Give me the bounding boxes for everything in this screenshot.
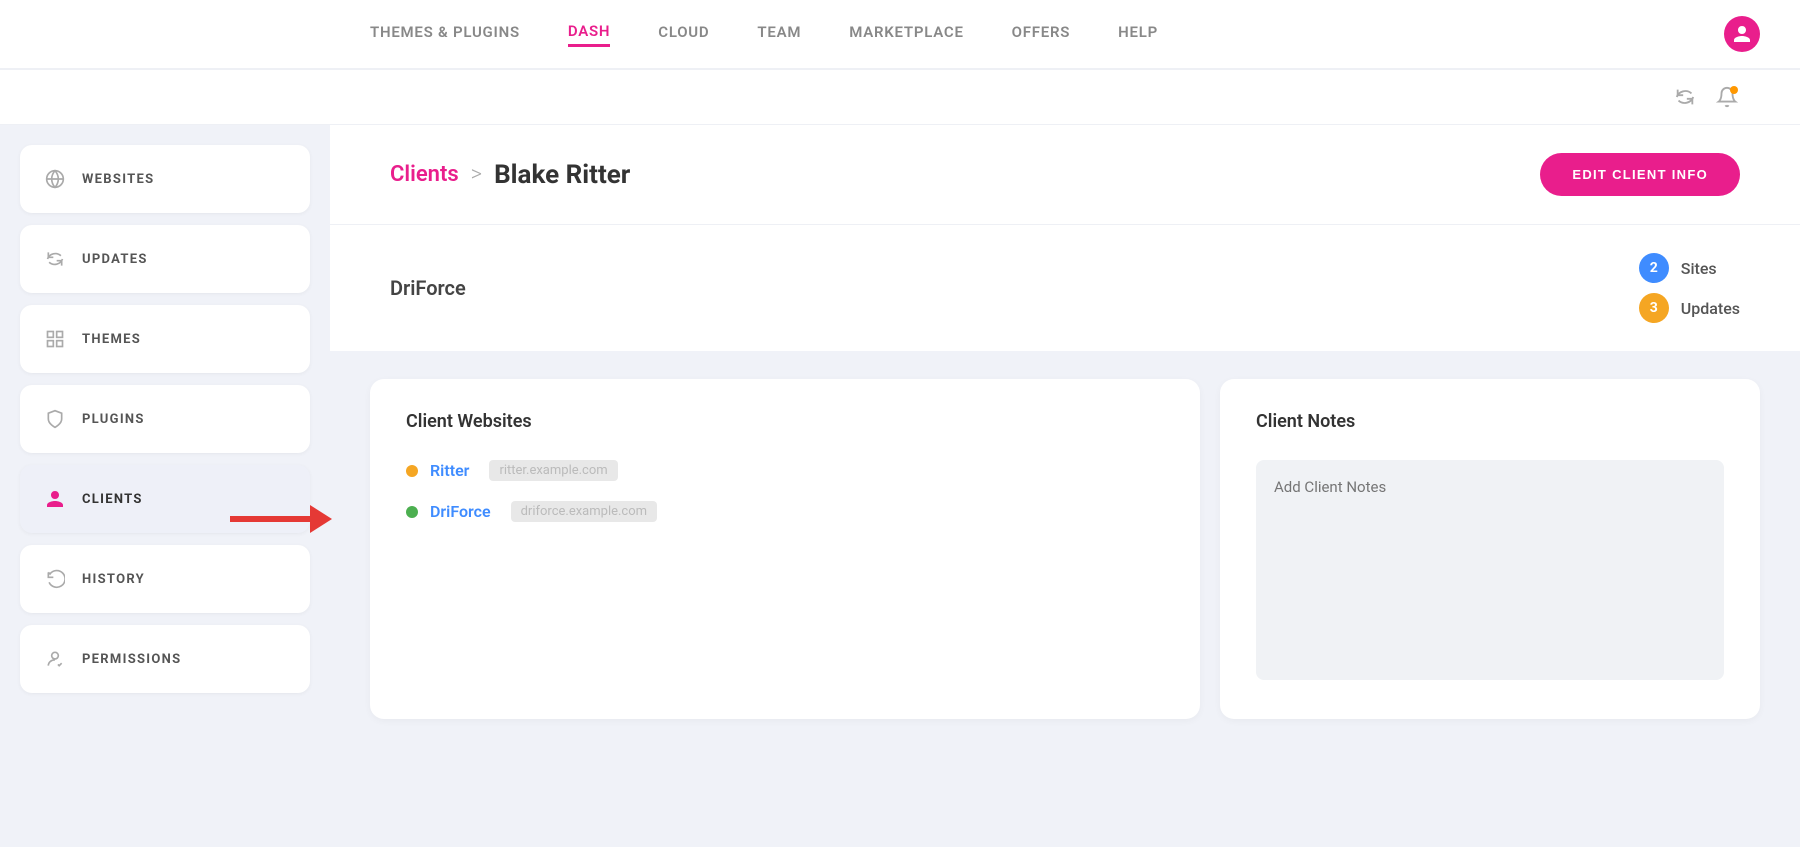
nav-offers[interactable]: OFFERS (1012, 23, 1070, 45)
panels: Client Websites Ritter ritter.example.co… (330, 355, 1800, 743)
globe-icon (44, 168, 66, 190)
sidebar-item-updates[interactable]: UPDATES (20, 225, 310, 293)
sidebar-item-permissions[interactable]: PERMISSIONS (20, 625, 310, 693)
main-content: Clients > Blake Ritter EDIT CLIENT INFO … (330, 125, 1800, 847)
sidebar-label-clients: CLIENTS (82, 492, 143, 507)
stat-row-sites: 2 Sites (1639, 253, 1740, 283)
nav-team[interactable]: TEAM (757, 23, 801, 45)
website-dot-ritter (406, 465, 418, 477)
updates-icon (44, 248, 66, 270)
nav-items: THEMES & PLUGINS DASH CLOUD TEAM MARKETP… (370, 22, 1724, 47)
website-name-driforce[interactable]: DriForce (430, 502, 491, 521)
sidebar-label-history: HISTORY (82, 572, 145, 587)
toolbar-icons (1672, 84, 1740, 110)
website-url-ritter: ritter.example.com (489, 460, 617, 481)
client-notes-textarea[interactable] (1256, 460, 1724, 680)
sidebar-item-themes[interactable]: THEMES (20, 305, 310, 373)
breadcrumb-separator: > (471, 162, 482, 187)
nav-right (1724, 16, 1760, 52)
client-websites-title: Client Websites (406, 411, 1164, 432)
notification-icon[interactable] (1714, 84, 1740, 110)
breadcrumb-current-page: Blake Ritter (494, 160, 630, 190)
breadcrumb: Clients > Blake Ritter (390, 160, 630, 190)
edit-client-button[interactable]: EDIT CLIENT INFO (1540, 153, 1740, 196)
clients-icon (44, 488, 66, 510)
toolbar (0, 70, 1800, 125)
plugins-icon (44, 408, 66, 430)
sidebar-label-themes: THEMES (82, 332, 141, 347)
updates-label: Updates (1681, 299, 1740, 318)
stat-row-updates: 3 Updates (1639, 293, 1740, 323)
sidebar-item-plugins[interactable]: PLUGINS (20, 385, 310, 453)
client-company-name: DriForce (390, 276, 466, 300)
website-item-driforce: DriForce driforce.example.com (406, 501, 1164, 522)
sites-badge: 2 (1639, 253, 1669, 283)
website-item-ritter: Ritter ritter.example.com (406, 460, 1164, 481)
client-websites-panel: Client Websites Ritter ritter.example.co… (370, 379, 1200, 719)
nav-themes-plugins[interactable]: THEMES & PLUGINS (370, 23, 520, 45)
arrow-indicator (230, 505, 332, 533)
client-notes-panel: Client Notes (1220, 379, 1760, 719)
website-url-driforce: driforce.example.com (511, 501, 657, 522)
page-header: Clients > Blake Ritter EDIT CLIENT INFO (330, 125, 1800, 225)
nav-cloud[interactable]: CLOUD (658, 23, 709, 45)
top-nav: THEMES & PLUGINS DASH CLOUD TEAM MARKETP… (0, 0, 1800, 70)
sidebar-item-websites[interactable]: WEBSITES (20, 145, 310, 213)
breadcrumb-clients-link[interactable]: Clients (390, 162, 459, 187)
website-name-ritter[interactable]: Ritter (430, 461, 469, 480)
arrow-head (310, 505, 332, 533)
permissions-icon (44, 648, 66, 670)
client-notes-title: Client Notes (1256, 411, 1724, 432)
sites-label: Sites (1681, 259, 1717, 278)
sidebar-label-plugins: PLUGINS (82, 412, 145, 427)
user-avatar[interactable] (1724, 16, 1760, 52)
sidebar: WEBSITES UPDATES THEMES PLUGINS CLIENTS (0, 125, 330, 847)
client-info-bar: DriForce 2 Sites 3 Updates (330, 225, 1800, 355)
sidebar-label-websites: WEBSITES (82, 172, 154, 187)
notification-dot (1730, 86, 1738, 94)
sidebar-label-updates: UPDATES (82, 252, 148, 267)
nav-marketplace[interactable]: MARKETPLACE (849, 23, 963, 45)
themes-icon (44, 328, 66, 350)
sidebar-item-history[interactable]: HISTORY (20, 545, 310, 613)
history-icon (44, 568, 66, 590)
website-dot-driforce (406, 506, 418, 518)
refresh-icon[interactable] (1672, 84, 1698, 110)
nav-dash[interactable]: DASH (568, 22, 610, 47)
main-layout: WEBSITES UPDATES THEMES PLUGINS CLIENTS (0, 125, 1800, 847)
updates-badge: 3 (1639, 293, 1669, 323)
nav-help[interactable]: HELP (1118, 23, 1158, 45)
client-stats: 2 Sites 3 Updates (1639, 253, 1740, 323)
sidebar-label-permissions: PERMISSIONS (82, 652, 181, 667)
arrow-body (230, 516, 310, 522)
